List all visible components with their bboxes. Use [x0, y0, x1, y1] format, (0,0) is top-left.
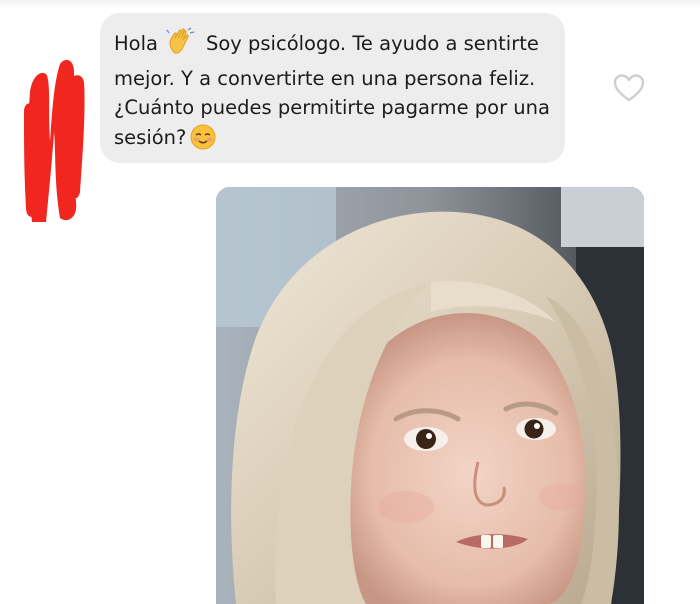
- message-greeting: Hola: [114, 32, 158, 55]
- message-line-3: ¿Cuánto puedes permitirte pagarme por un…: [114, 96, 550, 119]
- attached-photo[interactable]: [216, 187, 644, 604]
- top-strip: [0, 0, 700, 8]
- message-line-1: Hola Soy psicólogo. Te ayudo a sentirte: [114, 27, 553, 64]
- message-question-end: sesión?: [114, 125, 187, 149]
- message-bubble[interactable]: Hola Soy psicólogo. Te ayudo a sentirte m…: [100, 13, 565, 163]
- message-line-2: mejor. Y a convertirte en una persona fe…: [114, 66, 536, 90]
- redacted-avatar-scribble: [24, 59, 85, 223]
- heart-outline-icon[interactable]: [613, 73, 645, 103]
- photo-content: [216, 187, 644, 604]
- message-intro: Soy psicólogo. Te ayudo a sentirte: [205, 32, 539, 55]
- message-line-4: sesión?: [114, 123, 553, 159]
- smiling-face-icon: [190, 124, 216, 159]
- waving-hand-icon: [166, 27, 196, 64]
